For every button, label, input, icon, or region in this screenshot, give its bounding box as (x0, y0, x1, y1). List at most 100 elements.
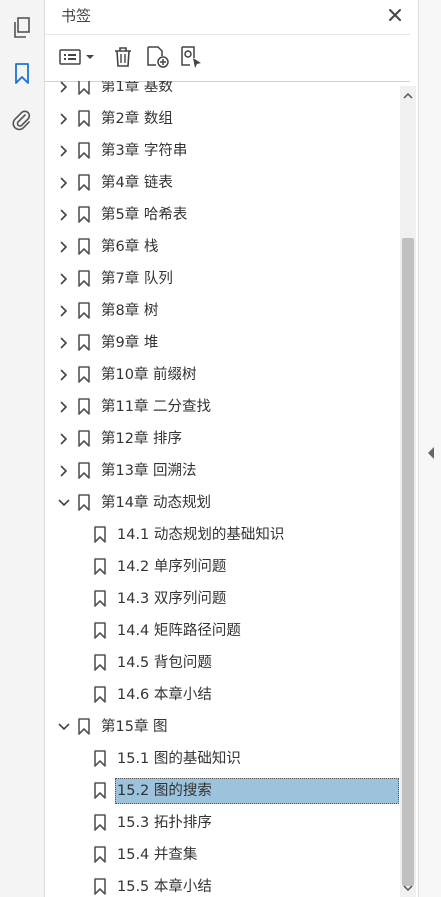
bookmark-label: 第15章 图 (101, 719, 168, 735)
bookmark-chapter-row[interactable]: 第13章 回溯法 (45, 455, 400, 487)
bookmark-section-row[interactable]: 14.4 矩阵路径问题 (45, 615, 400, 647)
bookmark-chapter-row[interactable]: 第8章 树 (45, 295, 400, 327)
bookmark-section-row[interactable]: 15.5 本章小结 (45, 871, 400, 897)
bookmark-icon (77, 302, 91, 320)
chevron-right-icon[interactable] (57, 464, 71, 478)
scroll-down-icon[interactable] (400, 880, 416, 896)
bookmark-icon (77, 110, 91, 128)
new-bookmark-icon (147, 46, 169, 68)
bookmark-label: 第1章 基数 (101, 81, 173, 95)
bookmark-label: 第4章 链表 (101, 175, 173, 191)
bookmark-label: 第5章 哈希表 (101, 207, 188, 223)
bookmark-label: 第6章 栈 (101, 239, 159, 255)
bookmark-icon (93, 878, 107, 896)
bookmark-label: 14.1 动态规划的基础知识 (117, 527, 285, 543)
bookmark-section-row[interactable]: 15.1 图的基础知识 (45, 743, 400, 775)
bookmark-label: 15.1 图的基础知识 (117, 751, 241, 767)
bookmark-chapter-row[interactable]: 第4章 链表 (45, 167, 400, 199)
bookmark-section-row[interactable]: 14.3 双序列问题 (45, 583, 400, 615)
bookmark-label: 第10章 前缀树 (101, 367, 197, 383)
new-bookmark-button[interactable] (145, 44, 171, 70)
scroll-up-icon[interactable] (400, 88, 416, 104)
bookmark-chapter-row[interactable]: 第1章 基数 (45, 81, 400, 103)
bookmark-icon (77, 462, 91, 480)
bookmark-section-row[interactable]: 15.4 并查集 (45, 839, 400, 871)
bookmark-chapter-row[interactable]: 第11章 二分查找 (45, 391, 400, 423)
chevron-right-icon[interactable] (57, 144, 71, 158)
bookmark-section-row[interactable]: 15.2 图的搜索 (45, 775, 400, 807)
bookmark-chapter-row[interactable]: 第9章 堆 (45, 327, 400, 359)
bookmark-chapter-row[interactable]: 第3章 字符串 (45, 135, 400, 167)
bookmarks-tree: 第1章 基数 第2章 数组第3章 字符串第4章 链表 第5章 哈希表 第6章 栈第7章… (45, 81, 400, 897)
chevron-right-icon[interactable] (57, 336, 71, 350)
bookmark-label: 第14章 动态规划 (101, 495, 212, 511)
bookmark-icon (93, 846, 107, 864)
chevron-right-icon[interactable] (57, 208, 71, 222)
bookmark-icon (77, 334, 91, 352)
bookmark-from-structure-icon (181, 46, 201, 68)
bookmark-icon (77, 430, 91, 448)
options-menu-button[interactable] (59, 44, 97, 70)
bookmark-label: 第8章 树 (101, 303, 159, 319)
paperclip-icon[interactable] (10, 108, 34, 132)
bookmark-label: 15.3 拓扑排序 (117, 815, 212, 831)
scrollbar[interactable] (400, 86, 416, 897)
bookmarks-panel: 书签 第1章 基数 第2章 数组 第3章 字符串 第4章 链表 第5章 哈希表 … (45, 0, 410, 897)
bookmark-icon (93, 558, 107, 576)
close-icon[interactable] (385, 5, 405, 25)
bookmark-chapter-row[interactable]: 第14章 动态规划 (45, 487, 400, 519)
bookmark-label: 第13章 回溯法 (101, 463, 197, 479)
chevron-right-icon[interactable] (57, 432, 71, 446)
bookmark-icon (77, 206, 91, 224)
panel-title: 书签 (61, 7, 92, 25)
chevron-right-icon[interactable] (57, 176, 71, 190)
bookmark-section-row[interactable]: 15.3 拓扑排序 (45, 807, 400, 839)
bookmark-section-row[interactable]: 14.1 动态规划的基础知识 (45, 519, 400, 551)
chevron-right-icon[interactable] (57, 304, 71, 318)
bookmark-label: 第2章 数组 (101, 111, 173, 127)
panel-splitter[interactable] (418, 0, 441, 897)
chevron-right-icon[interactable] (57, 400, 71, 414)
bookmark-panel-icon[interactable] (10, 62, 34, 86)
bookmark-icon (77, 494, 91, 512)
bookmark-icon (77, 81, 91, 96)
bookmark-label: 14.4 矩阵路径问题 (117, 623, 241, 639)
pages-icon[interactable] (10, 16, 34, 40)
chevron-right-icon[interactable] (57, 112, 71, 126)
bookmark-label: 15.4 并查集 (117, 847, 198, 863)
bookmark-label: 14.3 双序列问题 (117, 591, 227, 607)
chevron-down-icon[interactable] (57, 720, 71, 734)
chevron-right-icon[interactable] (57, 240, 71, 254)
bookmark-icon (77, 718, 91, 736)
bookmark-label: 14.2 单序列问题 (117, 559, 227, 575)
bookmark-label: 15.5 本章小结 (117, 879, 212, 895)
bookmark-chapter-row[interactable]: 第6章 栈 (45, 231, 400, 263)
bookmark-label: 14.6 本章小结 (117, 687, 212, 703)
navigation-rail (0, 0, 45, 897)
bookmark-chapter-row[interactable]: 第2章 数组 (45, 103, 400, 135)
chevron-right-icon[interactable] (57, 272, 71, 286)
bookmarks-toolbar (45, 34, 410, 82)
scroll-thumb[interactable] (402, 238, 414, 886)
collapse-arrow-icon[interactable] (427, 444, 435, 459)
chevron-down-icon[interactable] (57, 496, 71, 510)
bookmark-chapter-row[interactable]: 第12章 排序 (45, 423, 400, 455)
bookmark-icon (77, 366, 91, 384)
bookmark-chapter-row[interactable]: 第10章 前缀树 (45, 359, 400, 391)
bookmark-section-row[interactable]: 14.5 背包问题 (45, 647, 400, 679)
chevron-right-icon[interactable] (57, 81, 71, 94)
bookmark-icon (93, 782, 107, 800)
bookmark-icon (77, 142, 91, 160)
bookmark-section-row[interactable]: 14.6 本章小结 (45, 679, 400, 711)
bookmark-chapter-row[interactable]: 第7章 队列 (45, 263, 400, 295)
new-bookmark-from-structure-button[interactable] (179, 44, 205, 70)
bookmark-chapter-row[interactable]: 第15章 图 (45, 711, 400, 743)
bookmark-icon (77, 270, 91, 288)
bookmark-section-row[interactable]: 14.2 单序列问题 (45, 551, 400, 583)
bookmark-icon (93, 814, 107, 832)
bookmark-label: 第7章 队列 (101, 271, 173, 287)
bookmark-chapter-row[interactable]: 第5章 哈希表 (45, 199, 400, 231)
bookmark-label: 第11章 二分查找 (101, 399, 212, 415)
delete-bookmark-button[interactable] (111, 44, 135, 70)
chevron-right-icon[interactable] (57, 368, 71, 382)
